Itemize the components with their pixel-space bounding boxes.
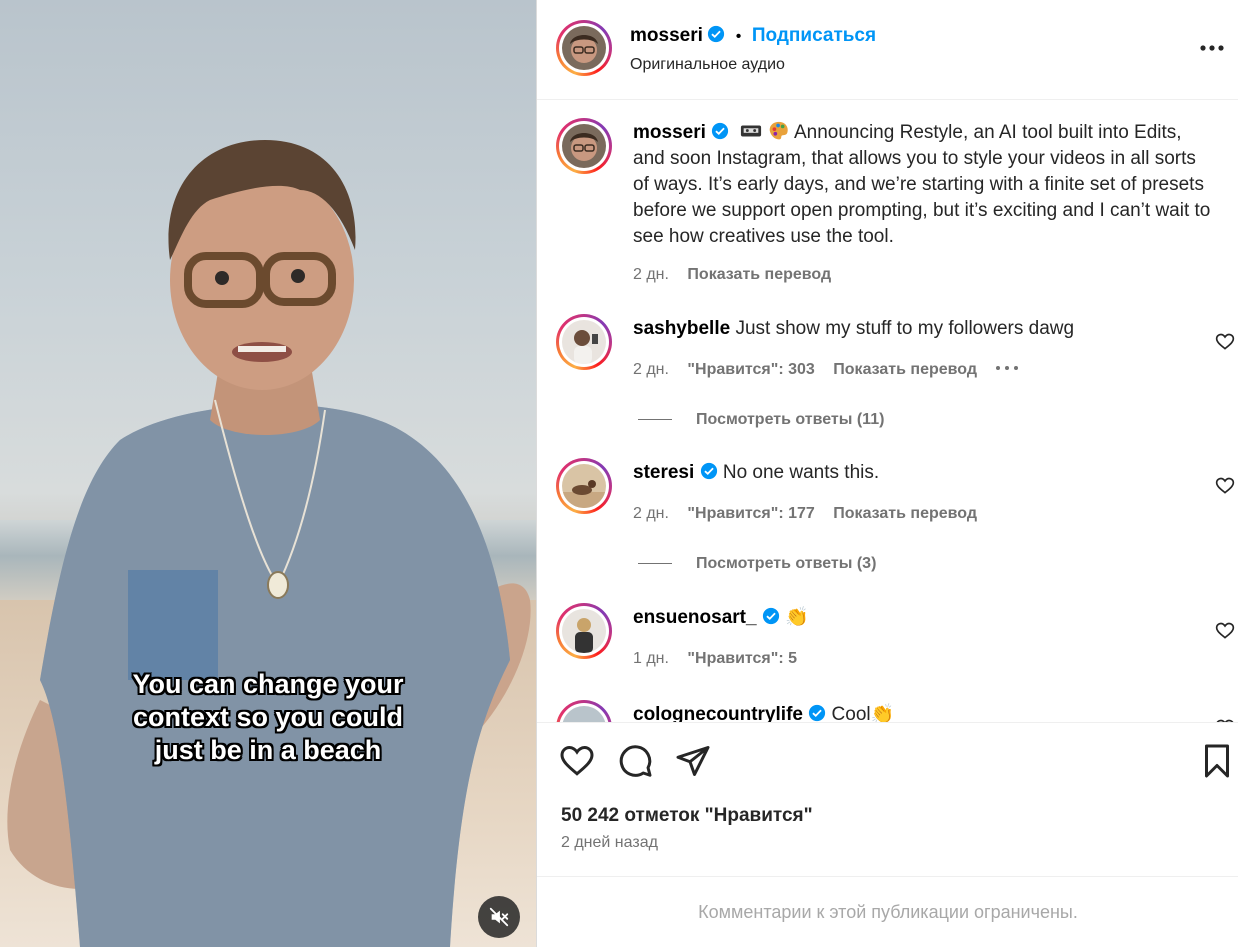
post-caption: mosseri Announcing Restyle, an AI tool b…	[537, 118, 1238, 288]
comments-list[interactable]: mosseri Announcing Restyle, an AI tool b…	[537, 100, 1238, 722]
post-actions: 50 242 отметок "Нравится" 2 дней назад	[537, 722, 1238, 876]
avatar-image	[562, 609, 606, 653]
share-paper-plane-icon[interactable]	[675, 743, 711, 779]
avatar-image	[562, 124, 606, 168]
avatar-image	[562, 26, 606, 70]
comment-meta: 1 дн. "Нравится": 5	[633, 650, 811, 668]
comment-username[interactable]: sashybelle	[633, 318, 730, 339]
save-bookmark-icon[interactable]	[1199, 743, 1235, 779]
more-options-icon[interactable]	[1199, 38, 1225, 58]
comment-item: colognecountrylife Cool👏	[537, 700, 1238, 722]
comment-text: Just show my stuff to my followers dawg	[735, 318, 1075, 339]
caption-line: just be in a beach	[154, 735, 382, 765]
video-person	[7, 140, 531, 947]
view-replies-label: Посмотреть ответы (3)	[696, 555, 877, 572]
comment-text: No one wants this.	[722, 462, 880, 483]
view-replies-label: Посмотреть ответы (11)	[696, 411, 885, 428]
comment-text-block: colognecountrylife Cool👏	[633, 702, 1213, 722]
comment-text: Cool👏	[831, 704, 895, 722]
comment-text-block: ensuenosart_ 👏	[633, 605, 1213, 631]
comment-meta: 2 дн. "Нравится": 303 Показать перевод	[633, 361, 1019, 379]
author-avatar[interactable]	[556, 20, 612, 76]
comment-item: sashybelle Just show my stuff to my foll…	[537, 314, 1238, 434]
like-comment-heart-icon[interactable]	[1215, 332, 1235, 352]
comment-bubble-icon[interactable]	[617, 743, 653, 779]
comment-text-block: steresi No one wants this.	[633, 460, 1213, 486]
follow-button[interactable]: Подписаться	[752, 25, 876, 46]
like-comment-heart-icon[interactable]	[1215, 621, 1235, 641]
verified-badge-icon	[708, 25, 725, 43]
commenter-avatar[interactable]	[556, 603, 612, 659]
like-heart-icon[interactable]	[559, 743, 595, 779]
comment-likes[interactable]: "Нравится": 303	[687, 361, 814, 378]
comment-meta: 2 дн. "Нравится": 177 Показать перевод	[633, 505, 991, 523]
post-panel: mosseri • Подписаться Оригинальное аудио	[536, 0, 1238, 947]
post-header: mosseri • Подписаться Оригинальное аудио	[537, 0, 1238, 100]
show-translation-link[interactable]: Показать перевод	[687, 266, 831, 283]
comment-username[interactable]: ensuenosart_	[633, 607, 757, 628]
comment-text-block: sashybelle Just show my stuff to my foll…	[633, 316, 1213, 342]
caption-line: context so you could	[132, 702, 404, 732]
palette-emoji-icon	[769, 121, 788, 140]
audio-link[interactable]: Оригинальное аудио	[630, 56, 785, 74]
verified-badge-icon	[762, 607, 779, 625]
commenter-avatar[interactable]	[556, 314, 612, 370]
comment-item: steresi No one wants this. 2 дн. "Нравит…	[537, 458, 1238, 578]
commenter-avatar[interactable]	[556, 700, 612, 722]
like-comment-heart-icon[interactable]	[1215, 476, 1235, 496]
comment-likes[interactable]: "Нравится": 177	[687, 505, 814, 522]
header-separator: •	[735, 28, 742, 45]
verified-badge-icon	[809, 704, 826, 722]
caption-line: You can change your	[132, 669, 404, 699]
comment-username[interactable]: colognecountrylife	[633, 704, 803, 722]
comment-text: 👏	[785, 607, 809, 628]
avatar-image	[562, 320, 606, 364]
comments-limited-notice: Комментарии к этой публикации ограничены…	[537, 876, 1238, 947]
caption-text-block: mosseri Announcing Restyle, an AI tool b…	[633, 120, 1213, 250]
post-date: 2 дней назад	[561, 834, 658, 851]
verified-badge-icon	[700, 462, 717, 480]
verified-badge-icon	[712, 122, 729, 140]
caption-meta: 2 дн. Показать перевод	[633, 266, 845, 284]
speaker-muted-icon	[489, 907, 509, 927]
view-replies-button[interactable]: Посмотреть ответы (3)	[638, 555, 876, 573]
show-translation-link[interactable]: Показать перевод	[833, 361, 977, 378]
comment-likes[interactable]: "Нравится": 5	[687, 650, 797, 667]
comment-time[interactable]: 2 дн.	[633, 361, 669, 378]
comment-time[interactable]: 2 дн.	[633, 505, 669, 522]
comment-more-icon[interactable]	[995, 364, 1019, 372]
avatar-image	[562, 706, 606, 722]
comment-username[interactable]: steresi	[633, 462, 694, 483]
avatar-image	[562, 464, 606, 508]
videocassette-emoji-icon	[741, 125, 762, 137]
comment-item: ensuenosart_ 👏 1 дн. "Нравится": 5	[537, 603, 1238, 683]
mute-button[interactable]	[478, 896, 520, 938]
commenter-avatar[interactable]	[556, 458, 612, 514]
reel-video[interactable]: You can change your context so you could…	[0, 0, 536, 947]
caption-username[interactable]: mosseri	[633, 122, 706, 143]
author-username[interactable]: mosseri	[630, 25, 703, 46]
replies-line	[638, 419, 672, 421]
video-caption: You can change your context so you could…	[100, 668, 436, 767]
caption-text: Announcing Restyle, an AI tool built int…	[633, 122, 1211, 247]
replies-line	[638, 563, 672, 565]
show-translation-link[interactable]: Показать перевод	[833, 505, 977, 522]
caption-time[interactable]: 2 дн.	[633, 266, 669, 283]
likes-count[interactable]: 50 242 отметок "Нравится"	[561, 805, 813, 827]
view-replies-button[interactable]: Посмотреть ответы (11)	[638, 411, 884, 429]
comment-time[interactable]: 1 дн.	[633, 650, 669, 667]
author-avatar[interactable]	[556, 118, 612, 174]
